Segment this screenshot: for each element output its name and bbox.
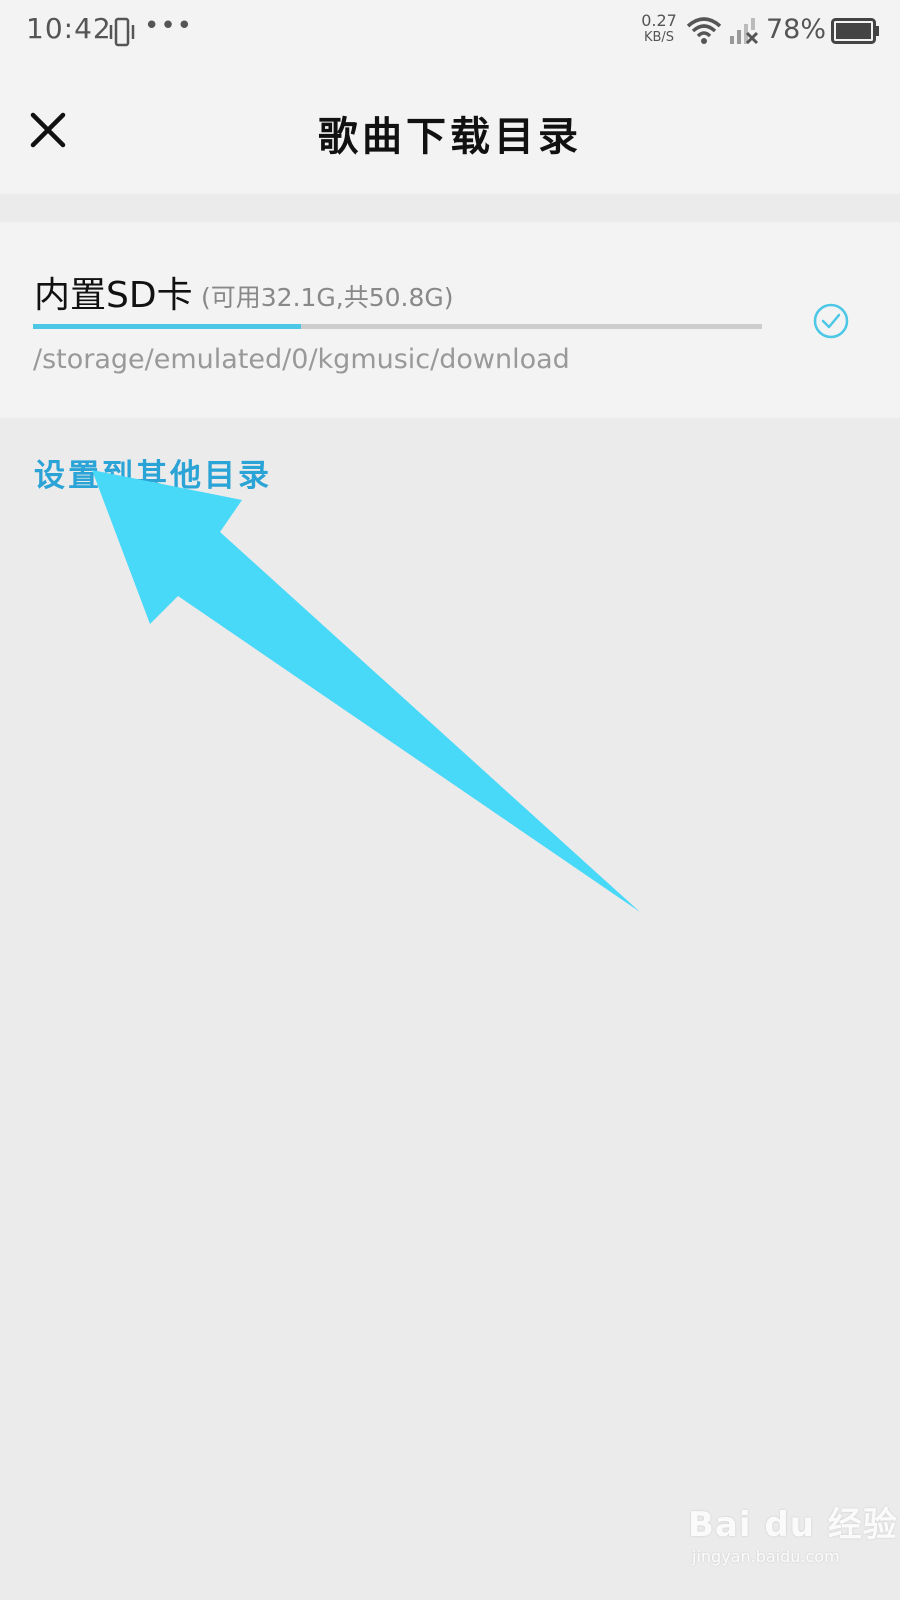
storage-name: 内置SD卡 <box>34 275 193 316</box>
storage-path: /storage/emulated/0/kgmusic/download <box>33 344 570 375</box>
directory-option[interactable]: 内置SD卡 (可用32.1G,共50.8G) /storage/emulated… <box>0 222 900 418</box>
storage-usage-fill <box>33 324 302 329</box>
status-time: 10:42 <box>26 12 112 45</box>
set-other-directory-link[interactable]: 设置到其他目录 <box>34 450 272 495</box>
network-speed: 0.27 KB/S <box>634 12 684 46</box>
vibrate-icon <box>109 17 135 47</box>
watermark-url: jingyan.baidu.com <box>692 1547 840 1566</box>
network-speed-value: 0.27 <box>641 11 677 30</box>
storage-usage-bar <box>33 324 762 329</box>
page-title: 歌曲下载目录 <box>318 113 582 160</box>
battery-icon <box>831 18 879 44</box>
watermark-logo: Bai du 经验 <box>688 1505 898 1545</box>
battery-percent: 78% <box>766 14 827 45</box>
signal-icon <box>730 18 759 45</box>
wifi-icon <box>686 17 722 44</box>
watermark: Bai du 经验 jingyan.baidu.com <box>688 1497 897 1587</box>
more-icon: ••• <box>144 11 194 41</box>
storage-capacity: (可用32.1G,共50.8G) <box>201 283 454 312</box>
network-speed-unit: KB/S <box>643 30 675 45</box>
check-circle-icon <box>813 303 849 339</box>
page-header: 歌曲下载目录 <box>0 64 900 194</box>
status-bar: 10:42 ••• 0.27 KB/S 78% <box>0 0 900 64</box>
